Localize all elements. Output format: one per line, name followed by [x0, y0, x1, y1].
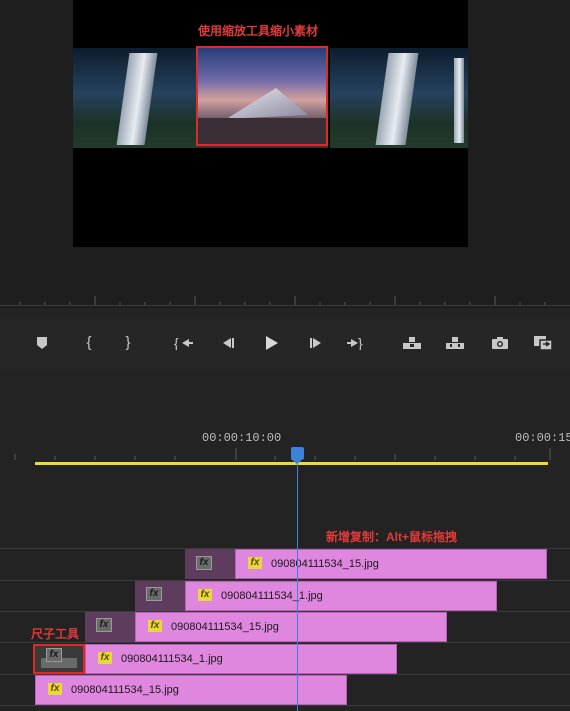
preview-image-left [73, 48, 198, 148]
track-divider [0, 642, 570, 643]
timecode-10s: 00:00:10:00 [202, 431, 282, 445]
duplicate-caption: 新增复制：Alt+鼠标拖拽 [326, 530, 458, 544]
clip-name: 090804111534_1.jpg [121, 653, 223, 665]
fx-badge: fx [98, 652, 112, 664]
ruler-baseline [0, 305, 570, 306]
preview-image-right [330, 48, 468, 148]
fx-badge: fx [148, 620, 162, 632]
monitor-caption: 使用缩放工具缩小素材 [198, 24, 319, 38]
fx-badge: fx [198, 589, 212, 601]
add-marker-icon[interactable] [27, 330, 57, 356]
fx-badge: fx [196, 556, 212, 570]
track-divider [0, 705, 570, 706]
extract-icon[interactable] [440, 330, 470, 356]
go-to-out-icon[interactable]: } [341, 330, 371, 356]
playhead-tip [291, 459, 303, 464]
compare-view-icon[interactable] [528, 330, 558, 356]
timeline-clip[interactable]: fx 090804111534_15.jpg [135, 612, 447, 642]
timeline-clip[interactable]: fx 090804111534_15.jpg [235, 549, 547, 579]
step-back-icon[interactable] [213, 330, 243, 356]
timeline-ruler[interactable] [0, 446, 570, 460]
lift-icon[interactable] [397, 330, 427, 356]
mark-out-icon[interactable]: } [113, 330, 143, 356]
playhead-handle[interactable] [291, 447, 304, 459]
clip-name: 090804111534_15.jpg [271, 558, 379, 570]
transport-controls: { } { } [0, 318, 570, 370]
timecode-15s: 00:00:15: [515, 431, 570, 445]
clip-name: 090804111534_15.jpg [171, 621, 279, 633]
scaled-clip-highlight [196, 46, 328, 146]
play-icon[interactable] [256, 330, 286, 356]
timeline-clip[interactable]: fx 090804111534_1.jpg [85, 644, 397, 674]
ruler-tool-highlight [33, 644, 85, 674]
clip-name: 090804111534_15.jpg [71, 684, 179, 696]
fx-badge: fx [48, 683, 62, 695]
ruler-tool-caption: 尺子工具 [31, 627, 80, 641]
step-forward-icon[interactable] [301, 330, 331, 356]
mark-in-icon[interactable]: { [74, 330, 104, 356]
svg-text:{: { [174, 336, 179, 350]
go-to-in-icon[interactable]: { [169, 330, 199, 356]
timeline-clip[interactable]: fx 090804111534_15.jpg [35, 675, 347, 705]
clip-name: 090804111534_1.jpg [221, 590, 323, 602]
fx-badge: fx [146, 587, 162, 601]
export-frame-icon[interactable] [485, 330, 515, 356]
fx-badge: fx [96, 618, 112, 632]
fx-badge: fx [248, 557, 262, 569]
playhead-line [297, 462, 298, 711]
timeline-clip[interactable]: fx 090804111534_1.jpg [185, 581, 497, 611]
svg-text:}: } [358, 336, 363, 350]
